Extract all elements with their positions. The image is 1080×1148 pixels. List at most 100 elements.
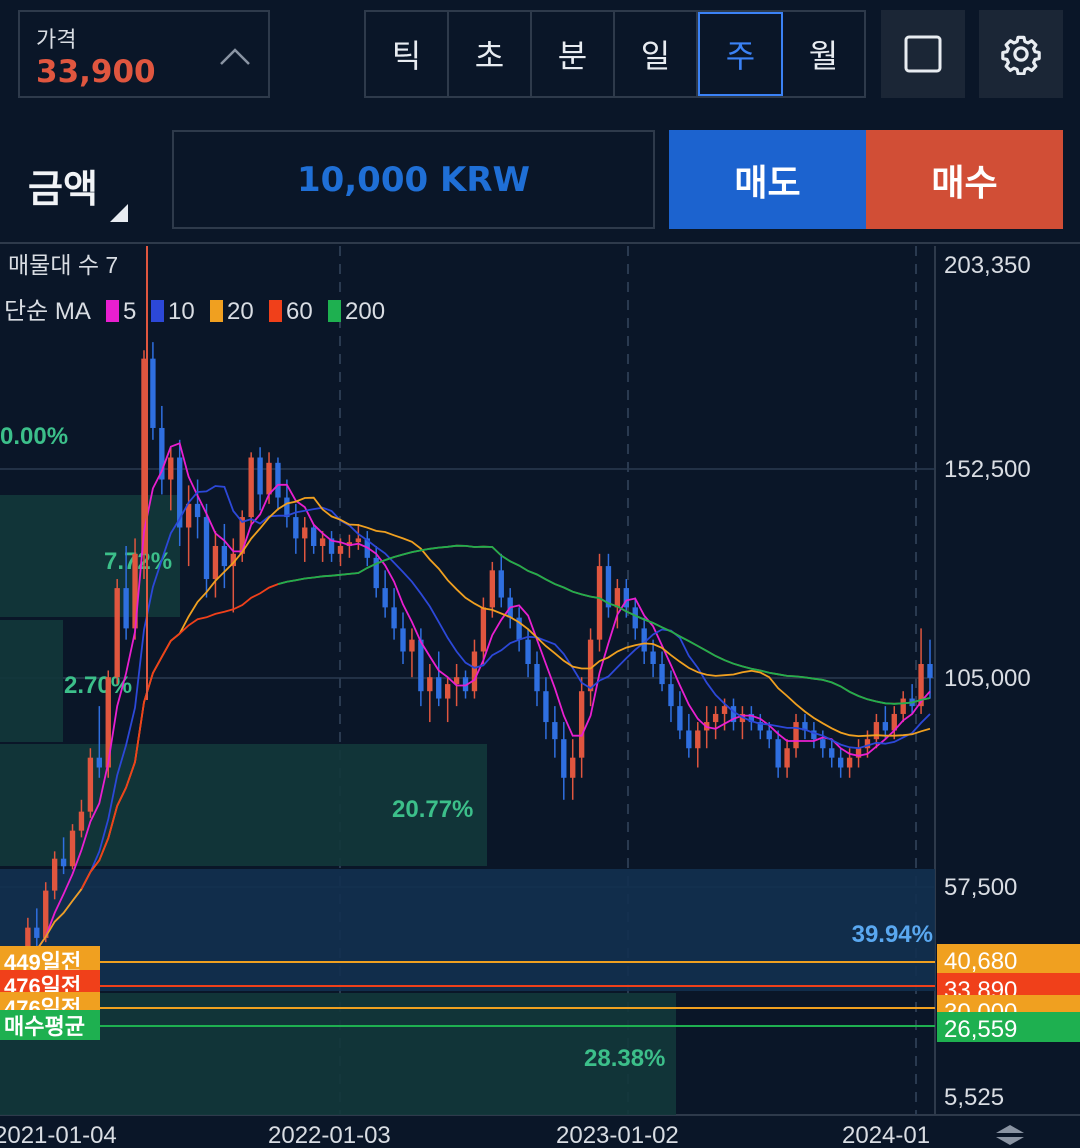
candle-body bbox=[829, 748, 835, 758]
x-tick-label: 2021-01-04 bbox=[0, 1122, 117, 1148]
candle-body bbox=[34, 927, 40, 938]
candle-body bbox=[927, 664, 933, 678]
candle-body bbox=[498, 570, 504, 598]
candle-body bbox=[471, 651, 478, 692]
candle-body bbox=[382, 588, 388, 608]
candle-body bbox=[427, 677, 433, 692]
candle-body bbox=[721, 706, 728, 714]
candle-body bbox=[766, 730, 772, 740]
candle-body bbox=[659, 664, 665, 685]
y-tick-label: 152,500 bbox=[944, 456, 1031, 483]
candle-body bbox=[838, 757, 844, 768]
volume-profile-label: 28.38% bbox=[584, 1045, 665, 1072]
candle-body bbox=[293, 517, 299, 539]
candle-body bbox=[578, 691, 585, 758]
candle-body bbox=[51, 858, 58, 891]
ma-legend-swatch bbox=[106, 300, 119, 322]
candle-body bbox=[114, 588, 120, 678]
candle-body bbox=[69, 830, 76, 867]
candle-body bbox=[418, 639, 424, 692]
y-tick-label: 57,500 bbox=[944, 874, 1017, 901]
candle-body bbox=[900, 698, 906, 714]
y-tick-label: 105,000 bbox=[944, 665, 1031, 692]
ma-legend-swatch bbox=[210, 300, 223, 322]
volume-profile-label: 20.77% bbox=[392, 796, 473, 823]
candle-body bbox=[436, 677, 442, 699]
price-line-value-label: 40,680 bbox=[944, 948, 1017, 975]
volume-profile-label: 0.00% bbox=[0, 423, 68, 450]
candle-body bbox=[302, 527, 308, 539]
volume-profile-label: 39.94% bbox=[852, 921, 933, 948]
price-line-tag-label: 매수평균 bbox=[4, 1014, 85, 1039]
candle-body bbox=[150, 358, 156, 428]
candle-body bbox=[784, 748, 790, 768]
candle-body bbox=[266, 462, 272, 495]
candle-body bbox=[534, 664, 540, 692]
candle-body bbox=[650, 651, 656, 665]
candle-body bbox=[614, 588, 621, 608]
candle-body bbox=[561, 739, 567, 778]
y-tick-label: 5,525 bbox=[944, 1084, 1004, 1111]
candle-body bbox=[775, 739, 781, 768]
candle-body bbox=[168, 457, 174, 480]
candle-body bbox=[311, 527, 317, 546]
ma-legend-swatch bbox=[151, 300, 164, 322]
candle-body bbox=[552, 722, 558, 740]
candle-body bbox=[400, 628, 406, 652]
candle-body bbox=[96, 757, 102, 768]
candle-body bbox=[248, 457, 254, 518]
price-chart[interactable]: 0.00%7.72%2.70%20.77%39.94%28.38%449일전 40… bbox=[0, 0, 1080, 1148]
candle-body bbox=[319, 538, 326, 546]
candle-body bbox=[596, 566, 603, 640]
candle-body bbox=[257, 457, 263, 495]
x-tick-label: 2024-01 bbox=[842, 1122, 930, 1148]
scroll-down-icon bbox=[996, 1137, 1024, 1145]
volume-profile-bar bbox=[0, 869, 935, 991]
candle-body bbox=[605, 566, 612, 608]
candle-body bbox=[489, 570, 496, 608]
ma-legend-prefix: 단순 MA bbox=[4, 298, 91, 325]
candle-body bbox=[337, 545, 344, 554]
candle-body bbox=[275, 462, 281, 498]
candle-body bbox=[444, 684, 451, 699]
volume-profile-bar bbox=[0, 620, 63, 742]
candle-body bbox=[123, 588, 129, 629]
candle-body bbox=[873, 722, 880, 740]
candle-body bbox=[587, 639, 594, 692]
candle-body bbox=[60, 858, 67, 867]
candle-body bbox=[543, 691, 549, 723]
ma-legend-swatch bbox=[269, 300, 282, 322]
ma-legend-period: 20 bbox=[227, 298, 254, 325]
ma-legend-period: 5 bbox=[123, 298, 136, 325]
candle-body bbox=[480, 607, 487, 652]
x-tick-label: 2022-01-03 bbox=[268, 1122, 391, 1148]
ma-legend-period: 10 bbox=[168, 298, 195, 325]
candle-body bbox=[677, 706, 683, 731]
y-tick-label: 203,350 bbox=[944, 252, 1031, 279]
volume-profile-title: 매물대 수 7 bbox=[8, 252, 118, 278]
scroll-up-icon bbox=[996, 1125, 1024, 1133]
candle-body bbox=[668, 684, 674, 707]
ma-legend-period: 200 bbox=[345, 298, 385, 325]
candle-body bbox=[391, 607, 397, 629]
candle-body bbox=[78, 811, 85, 831]
candle-body bbox=[793, 722, 799, 749]
x-tick-label: 2023-01-02 bbox=[556, 1122, 679, 1148]
volume-profile-bar bbox=[0, 993, 676, 1115]
candle-body bbox=[212, 545, 219, 580]
candle-body bbox=[203, 517, 210, 580]
candle-body bbox=[194, 503, 201, 518]
candle-body bbox=[355, 538, 362, 543]
candle-body bbox=[409, 639, 415, 652]
candle-body bbox=[882, 722, 889, 731]
candle-body bbox=[820, 739, 826, 749]
candle-body bbox=[695, 730, 701, 749]
candle-body bbox=[686, 730, 692, 749]
candle-body bbox=[525, 639, 531, 665]
candle-body bbox=[712, 713, 719, 723]
ma-legend-swatch bbox=[328, 300, 341, 322]
candle-body bbox=[570, 757, 576, 778]
candle-body bbox=[87, 757, 94, 812]
candle-body bbox=[632, 607, 638, 629]
candle-body bbox=[221, 545, 228, 567]
